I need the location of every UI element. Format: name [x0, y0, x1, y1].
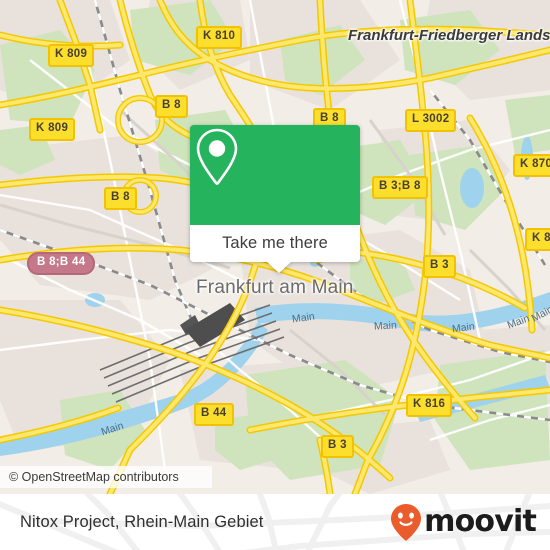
- route-shield: B 8: [104, 187, 137, 210]
- popup-action-bar[interactable]: Take me there: [190, 225, 360, 262]
- take-me-there-label: Take me there: [222, 234, 328, 252]
- route-shield: B 8: [155, 95, 188, 118]
- route-shield: K 816: [406, 394, 453, 417]
- route-shield: K 809: [29, 118, 76, 141]
- city-label: Frankfurt am Main: [196, 277, 354, 298]
- route-shield: K 870: [513, 154, 550, 177]
- moovit-wordmark: moovit: [424, 504, 537, 539]
- map-screenshot: K 810 K 809 B 8 B 8 L 3002 K 809 K 870 B 3;B 8 B…: [0, 0, 550, 550]
- footer-content: Nitox Project, Rhein-Main Gebiet moovit: [0, 494, 550, 550]
- route-shield: L 3002: [405, 109, 457, 132]
- street-label: Frankfurt-Friedberger Landstraße: [348, 27, 550, 44]
- route-shield: K 809: [48, 44, 95, 67]
- footer-title: Nitox Project, Rhein-Main Gebiet: [20, 512, 264, 531]
- footer-bar: Nitox Project, Rhein-Main Gebiet moovit: [0, 494, 550, 550]
- popup-icon-area: [190, 125, 360, 225]
- water-label: Main: [373, 319, 398, 333]
- moovit-smiley-pin-icon: [391, 504, 422, 541]
- location-popup[interactable]: Take me there: [190, 125, 360, 273]
- route-shield: B 44: [194, 403, 234, 426]
- map-canvas[interactable]: K 810 K 809 B 8 B 8 L 3002 K 809 K 870 B 3;B 8 B…: [0, 0, 550, 494]
- route-shield: B 8;B 44: [27, 252, 96, 275]
- route-shield: K 810: [196, 26, 243, 49]
- osm-attribution[interactable]: © OpenStreetMap contributors: [0, 466, 212, 488]
- osm-attribution-text: © OpenStreetMap contributors: [9, 470, 179, 484]
- moovit-brand[interactable]: moovit: [389, 502, 537, 542]
- route-shield: B 3;B 8: [372, 176, 428, 199]
- map-pin-icon: [196, 128, 238, 185]
- route-shield: K 83: [525, 228, 550, 251]
- route-shield: B 3: [321, 435, 354, 458]
- route-shield: B 3: [423, 255, 456, 278]
- popup-tail: [266, 261, 292, 273]
